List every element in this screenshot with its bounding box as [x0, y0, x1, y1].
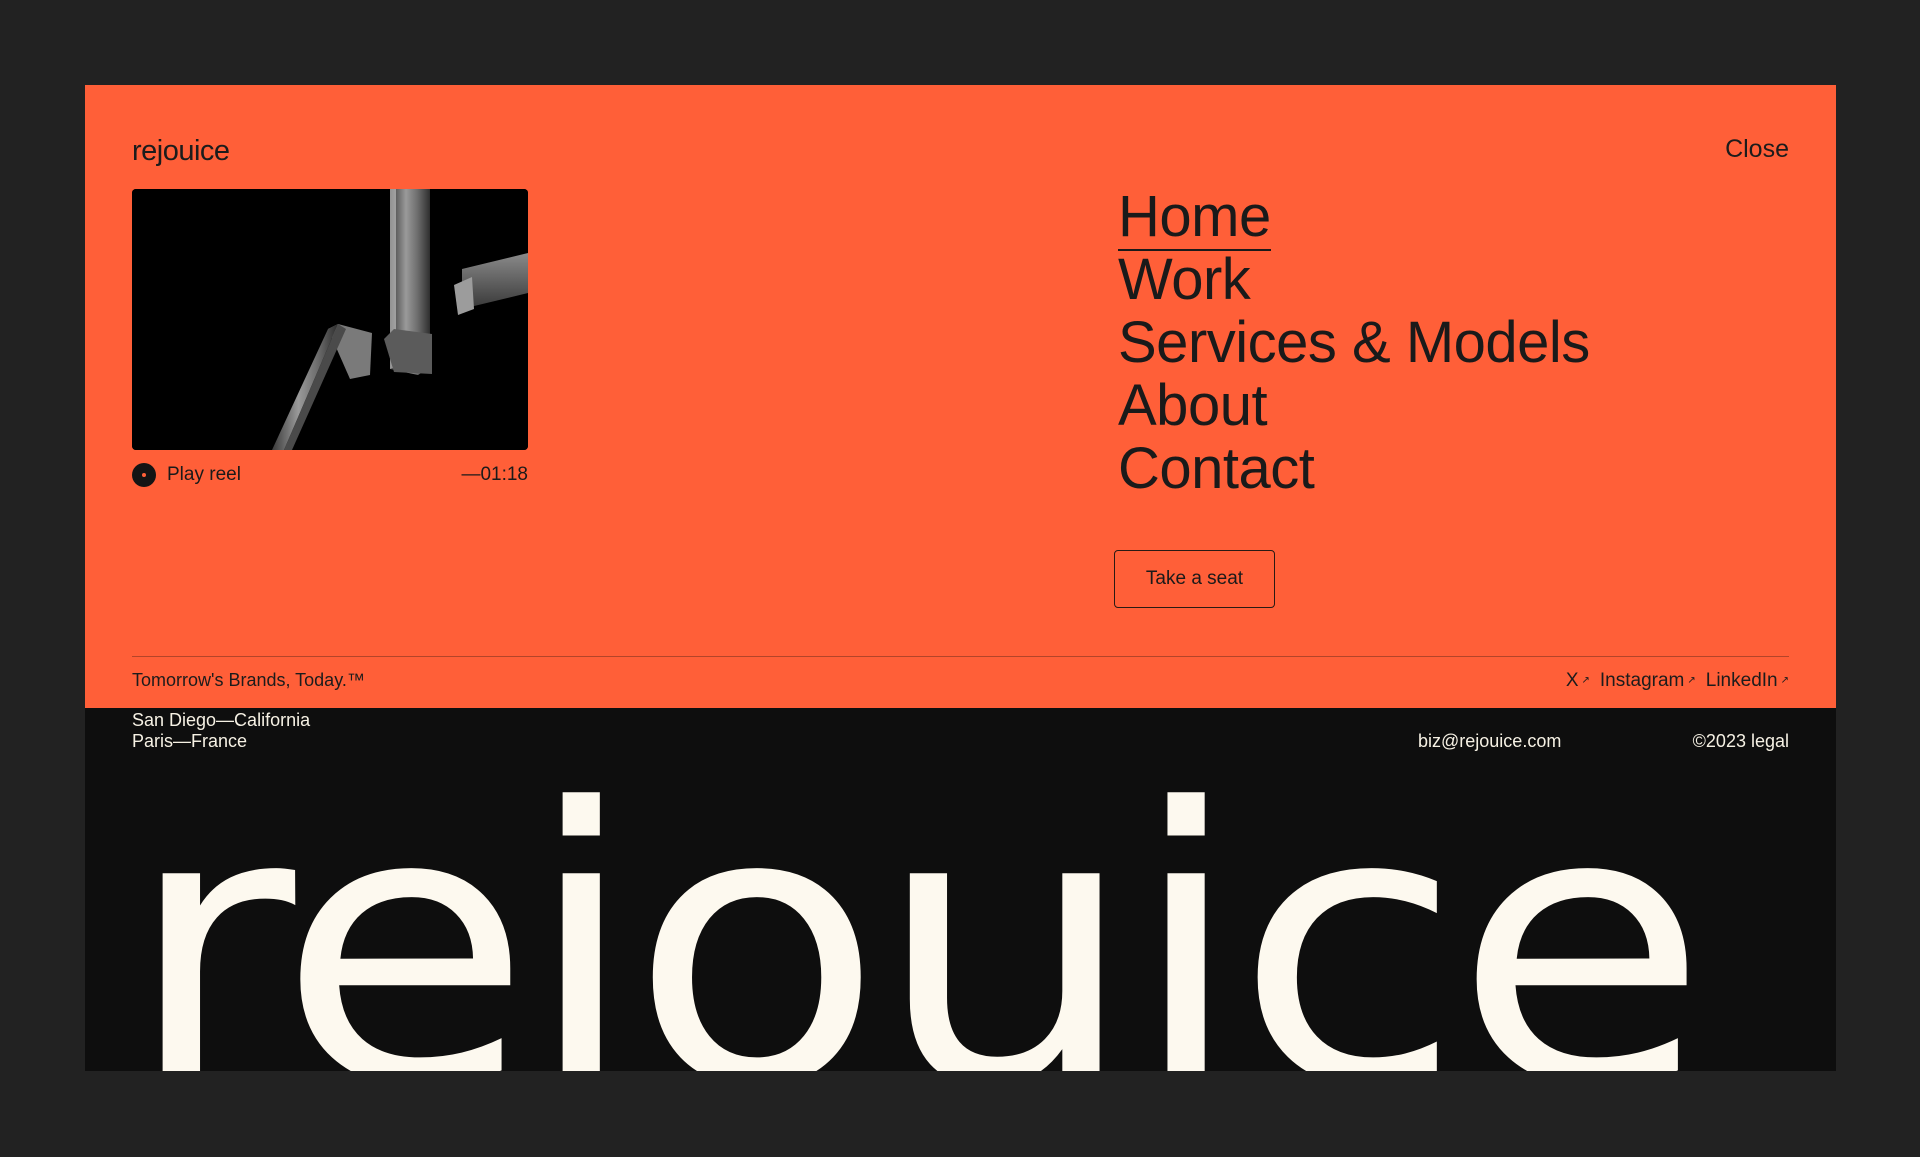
play-dot-icon [132, 463, 156, 487]
arrow-up-right-icon: ↗ [1581, 675, 1590, 686]
divider [132, 656, 1789, 657]
social-link-instagram[interactable]: Instagram ↗ [1600, 670, 1696, 692]
reel-frame-image [132, 189, 528, 450]
nav-item-home[interactable]: Home [1118, 184, 1590, 251]
big-wordmark-logo: rejouice [125, 728, 1709, 1072]
main-nav: Home Work Services & Models About Contac… [1118, 184, 1590, 500]
take-a-seat-button[interactable]: Take a seat [1114, 550, 1275, 608]
play-reel-button[interactable]: Play reel [132, 463, 241, 487]
nav-item-services-models[interactable]: Services & Models [1118, 311, 1590, 374]
menu-overlay: rejouice Close Play reel —01:18 Home Wor… [85, 85, 1836, 1071]
reel-duration: —01:18 [461, 464, 528, 485]
menu-panel: rejouice Close Play reel —01:18 Home Wor… [85, 85, 1836, 708]
nav-item-work[interactable]: Work [1118, 248, 1590, 311]
footer: San Diego—California Paris—France biz@re… [85, 708, 1836, 1071]
play-reel-label: Play reel [167, 464, 241, 485]
nav-item-contact[interactable]: Contact [1118, 437, 1590, 500]
tagline: Tomorrow's Brands, Today.™ [132, 670, 365, 690]
nav-item-about[interactable]: About [1118, 374, 1590, 437]
arrow-up-right-icon: ↗ [1687, 675, 1696, 686]
logo[interactable]: rejouice [132, 135, 230, 168]
arrow-up-right-icon: ↗ [1780, 675, 1789, 686]
reel-controls: Play reel —01:18 [132, 462, 528, 488]
legal-link[interactable]: ©2023 legal [1693, 731, 1789, 752]
reel-video-thumbnail[interactable] [132, 189, 528, 450]
close-button[interactable]: Close [1725, 135, 1789, 164]
social-links: X ↗ Instagram ↗ LinkedIn ↗ [1566, 670, 1789, 692]
social-link-x[interactable]: X ↗ [1566, 670, 1590, 692]
social-link-linkedin[interactable]: LinkedIn ↗ [1706, 670, 1789, 692]
